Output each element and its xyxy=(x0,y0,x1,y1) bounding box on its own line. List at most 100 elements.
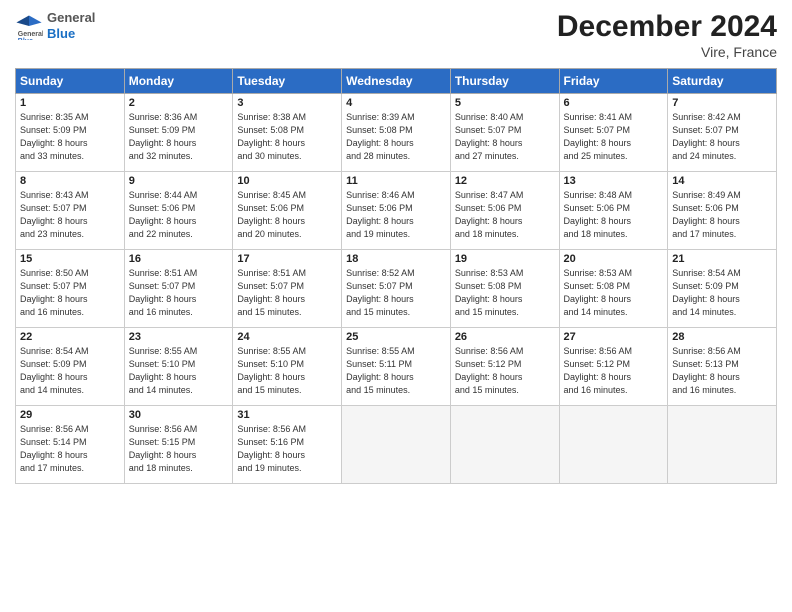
day-number: 6 xyxy=(564,97,664,109)
svg-text:Blue: Blue xyxy=(18,37,33,39)
logo-text: General Blue xyxy=(47,10,95,41)
header: General Blue General Blue December 2024 … xyxy=(15,10,777,60)
logo-blue: Blue xyxy=(47,26,95,42)
calendar-cell: 17 Sunrise: 8:51 AM Sunset: 5:07 PM Dayli… xyxy=(233,250,342,328)
calendar-cell: 23 Sunrise: 8:55 AM Sunset: 5:10 PM Dayli… xyxy=(124,328,233,406)
day-info: Sunrise: 8:36 AM Sunset: 5:09 PM Dayligh… xyxy=(129,111,229,163)
calendar-cell: 31 Sunrise: 8:56 AM Sunset: 5:16 PM Dayli… xyxy=(233,406,342,484)
calendar-cell: 4Sunrise: 8:39 AM Sunset: 5:08 PM Daylig… xyxy=(342,94,451,172)
day-info: Sunrise: 8:51 AM Sunset: 5:07 PM Dayligh… xyxy=(129,267,229,319)
week-row-5: 29 Sunrise: 8:56 AM Sunset: 5:14 PM Dayli… xyxy=(16,406,777,484)
calendar-cell: 1Sunrise: 8:35 AM Sunset: 5:09 PM Daylig… xyxy=(16,94,125,172)
day-number: 3 xyxy=(237,97,337,109)
day-number: 24 xyxy=(237,331,337,343)
calendar-cell: 5Sunrise: 8:40 AM Sunset: 5:07 PM Daylig… xyxy=(450,94,559,172)
day-info: Sunrise: 8:40 AM Sunset: 5:07 PM Dayligh… xyxy=(455,111,555,163)
day-number: 10 xyxy=(237,175,337,187)
day-info: Sunrise: 8:41 AM Sunset: 5:07 PM Dayligh… xyxy=(564,111,664,163)
weekday-header-friday: Friday xyxy=(559,69,668,94)
day-info: Sunrise: 8:56 AM Sunset: 5:13 PM Dayligh… xyxy=(672,345,772,397)
day-info: Sunrise: 8:56 AM Sunset: 5:14 PM Dayligh… xyxy=(20,423,120,475)
day-info: Sunrise: 8:49 AM Sunset: 5:06 PM Dayligh… xyxy=(672,189,772,241)
location: Vire, France xyxy=(557,44,777,60)
calendar-cell: 12 Sunrise: 8:47 AM Sunset: 5:06 PM Dayli… xyxy=(450,172,559,250)
day-info: Sunrise: 8:56 AM Sunset: 5:16 PM Dayligh… xyxy=(237,423,337,475)
calendar: SundayMondayTuesdayWednesdayThursdayFrid… xyxy=(15,68,777,484)
calendar-cell: 3 Sunrise: 8:38 AM Sunset: 5:08 PM Daylig… xyxy=(233,94,342,172)
calendar-cell: 14 Sunrise: 8:49 AM Sunset: 5:06 PM Dayli… xyxy=(668,172,777,250)
day-info: Sunrise: 8:44 AM Sunset: 5:06 PM Dayligh… xyxy=(129,189,229,241)
svg-text:General: General xyxy=(18,30,43,37)
calendar-cell: 2 Sunrise: 8:36 AM Sunset: 5:09 PM Daylig… xyxy=(124,94,233,172)
week-row-4: 22Sunrise: 8:54 AM Sunset: 5:09 PM Dayli… xyxy=(16,328,777,406)
day-number: 31 xyxy=(237,409,337,421)
day-number: 18 xyxy=(346,253,446,265)
day-number: 15 xyxy=(20,253,120,265)
day-info: Sunrise: 8:54 AM Sunset: 5:09 PM Dayligh… xyxy=(672,267,772,319)
calendar-cell: 11Sunrise: 8:46 AM Sunset: 5:06 PM Dayli… xyxy=(342,172,451,250)
day-number: 9 xyxy=(129,175,229,187)
weekday-header-wednesday: Wednesday xyxy=(342,69,451,94)
day-info: Sunrise: 8:56 AM Sunset: 5:15 PM Dayligh… xyxy=(129,423,229,475)
calendar-cell: 7Sunrise: 8:42 AM Sunset: 5:07 PM Daylig… xyxy=(668,94,777,172)
month-title: December 2024 xyxy=(557,10,777,44)
day-number: 29 xyxy=(20,409,120,421)
day-number: 20 xyxy=(564,253,664,265)
calendar-cell: 24 Sunrise: 8:55 AM Sunset: 5:10 PM Dayli… xyxy=(233,328,342,406)
day-info: Sunrise: 8:55 AM Sunset: 5:11 PM Dayligh… xyxy=(346,345,446,397)
day-number: 21 xyxy=(672,253,772,265)
day-info: Sunrise: 8:42 AM Sunset: 5:07 PM Dayligh… xyxy=(672,111,772,163)
day-info: Sunrise: 8:39 AM Sunset: 5:08 PM Dayligh… xyxy=(346,111,446,163)
logo-icon: General Blue xyxy=(15,12,43,40)
day-number: 30 xyxy=(129,409,229,421)
weekday-header-saturday: Saturday xyxy=(668,69,777,94)
weekday-header-sunday: Sunday xyxy=(16,69,125,94)
day-info: Sunrise: 8:47 AM Sunset: 5:06 PM Dayligh… xyxy=(455,189,555,241)
calendar-cell: 6 Sunrise: 8:41 AM Sunset: 5:07 PM Daylig… xyxy=(559,94,668,172)
calendar-cell: 16Sunrise: 8:51 AM Sunset: 5:07 PM Dayli… xyxy=(124,250,233,328)
day-number: 8 xyxy=(20,175,120,187)
calendar-cell: 29 Sunrise: 8:56 AM Sunset: 5:14 PM Dayli… xyxy=(16,406,125,484)
calendar-cell: 20 Sunrise: 8:53 AM Sunset: 5:08 PM Dayli… xyxy=(559,250,668,328)
calendar-cell: 19Sunrise: 8:53 AM Sunset: 5:08 PM Dayli… xyxy=(450,250,559,328)
calendar-cell: 25Sunrise: 8:55 AM Sunset: 5:11 PM Dayli… xyxy=(342,328,451,406)
day-info: Sunrise: 8:51 AM Sunset: 5:07 PM Dayligh… xyxy=(237,267,337,319)
weekday-header-row: SundayMondayTuesdayWednesdayThursdayFrid… xyxy=(16,69,777,94)
calendar-cell: 13Sunrise: 8:48 AM Sunset: 5:06 PM Dayli… xyxy=(559,172,668,250)
day-number: 23 xyxy=(129,331,229,343)
calendar-cell: 27 Sunrise: 8:56 AM Sunset: 5:12 PM Dayli… xyxy=(559,328,668,406)
day-info: Sunrise: 8:45 AM Sunset: 5:06 PM Dayligh… xyxy=(237,189,337,241)
day-info: Sunrise: 8:53 AM Sunset: 5:08 PM Dayligh… xyxy=(564,267,664,319)
title-area: December 2024 Vire, France xyxy=(557,10,777,60)
calendar-cell: 18Sunrise: 8:52 AM Sunset: 5:07 PM Dayli… xyxy=(342,250,451,328)
weekday-header-thursday: Thursday xyxy=(450,69,559,94)
day-info: Sunrise: 8:38 AM Sunset: 5:08 PM Dayligh… xyxy=(237,111,337,163)
calendar-cell: 9 Sunrise: 8:44 AM Sunset: 5:06 PM Daylig… xyxy=(124,172,233,250)
day-info: Sunrise: 8:55 AM Sunset: 5:10 PM Dayligh… xyxy=(129,345,229,397)
weekday-header-monday: Monday xyxy=(124,69,233,94)
week-row-2: 8Sunrise: 8:43 AM Sunset: 5:07 PM Daylig… xyxy=(16,172,777,250)
day-number: 17 xyxy=(237,253,337,265)
calendar-cell: 22Sunrise: 8:54 AM Sunset: 5:09 PM Dayli… xyxy=(16,328,125,406)
week-row-3: 15 Sunrise: 8:50 AM Sunset: 5:07 PM Dayli… xyxy=(16,250,777,328)
calendar-cell: 30 Sunrise: 8:56 AM Sunset: 5:15 PM Dayli… xyxy=(124,406,233,484)
calendar-cell xyxy=(450,406,559,484)
calendar-cell xyxy=(342,406,451,484)
day-info: Sunrise: 8:50 AM Sunset: 5:07 PM Dayligh… xyxy=(20,267,120,319)
day-info: Sunrise: 8:56 AM Sunset: 5:12 PM Dayligh… xyxy=(564,345,664,397)
day-number: 12 xyxy=(455,175,555,187)
day-number: 14 xyxy=(672,175,772,187)
logo-general: General xyxy=(47,10,95,26)
calendar-cell: 8Sunrise: 8:43 AM Sunset: 5:07 PM Daylig… xyxy=(16,172,125,250)
day-number: 1 xyxy=(20,97,120,109)
day-info: Sunrise: 8:55 AM Sunset: 5:10 PM Dayligh… xyxy=(237,345,337,397)
calendar-cell xyxy=(559,406,668,484)
day-number: 11 xyxy=(346,175,446,187)
day-info: Sunrise: 8:53 AM Sunset: 5:08 PM Dayligh… xyxy=(455,267,555,319)
calendar-cell: 28 Sunrise: 8:56 AM Sunset: 5:13 PM Dayli… xyxy=(668,328,777,406)
day-number: 28 xyxy=(672,331,772,343)
day-number: 2 xyxy=(129,97,229,109)
day-number: 13 xyxy=(564,175,664,187)
day-number: 27 xyxy=(564,331,664,343)
calendar-cell: 15 Sunrise: 8:50 AM Sunset: 5:07 PM Dayli… xyxy=(16,250,125,328)
